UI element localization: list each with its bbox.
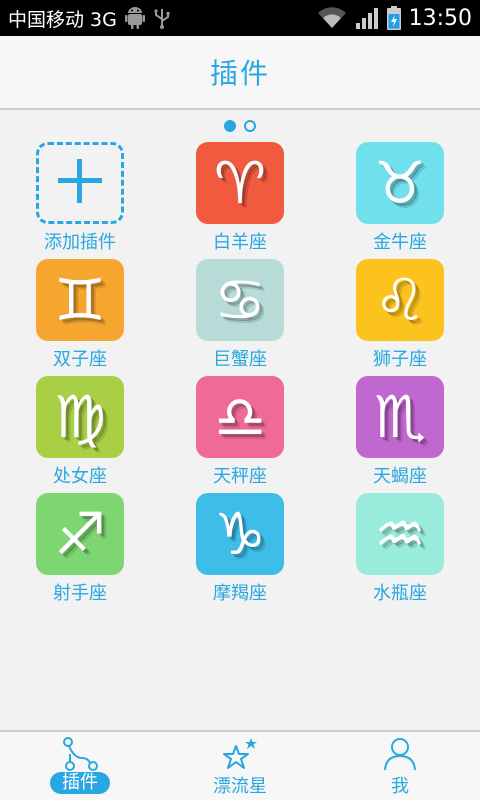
- user-icon: [380, 736, 420, 772]
- plugin-scorpio[interactable]: ♏ 天蝎座: [335, 376, 465, 488]
- plugin-libra[interactable]: ♎ 天秤座: [175, 376, 305, 488]
- usb-icon: [153, 7, 171, 29]
- libra-icon: ♎: [214, 383, 266, 451]
- plugin-tile[interactable]: ♊: [36, 259, 124, 341]
- header-bar: 插件: [0, 36, 480, 110]
- plus-icon: [55, 156, 105, 210]
- scorpio-icon: ♏: [374, 383, 426, 451]
- nav-drifting-stars[interactable]: 漂流星: [160, 736, 320, 798]
- nav-label: 我: [391, 776, 409, 797]
- plugin-tile[interactable]: ♎: [196, 376, 284, 458]
- status-bar: 中国移动 3G 13:50: [0, 0, 480, 36]
- plugin-aries[interactable]: ♈ 白羊座: [175, 142, 305, 254]
- plugin-label: 金牛座: [373, 232, 427, 253]
- plugin-label: 天秤座: [213, 466, 267, 487]
- signal-icon: [355, 7, 379, 29]
- sagittarius-icon: ♐: [54, 500, 106, 568]
- battery-charging-icon: [386, 6, 401, 30]
- plugin-sagittarius[interactable]: ♐ 射手座: [15, 493, 145, 605]
- nav-me[interactable]: 我: [320, 736, 480, 798]
- wifi-icon: [317, 7, 347, 29]
- nav-label: 插件: [50, 772, 110, 794]
- stars-icon: [220, 736, 260, 772]
- plugin-label: 天蝎座: [373, 466, 427, 487]
- carrier-label: 中国移动 3G: [8, 8, 117, 31]
- plugin-add[interactable]: 添加插件: [15, 142, 145, 254]
- leo-icon: ♌: [374, 266, 426, 334]
- cancer-icon: ♋: [214, 266, 266, 334]
- aquarius-icon: ♒: [374, 500, 426, 568]
- plugin-label: 添加插件: [44, 232, 116, 253]
- plugin-cancer[interactable]: ♋ 巨蟹座: [175, 259, 305, 371]
- gemini-icon: ♊: [54, 266, 106, 334]
- page-indicator: [0, 118, 480, 134]
- nav-plugins[interactable]: 插件: [0, 736, 160, 798]
- page-title: 插件: [209, 57, 270, 90]
- page-dot-2[interactable]: [244, 120, 256, 132]
- plugin-tile[interactable]: ♋: [196, 259, 284, 341]
- plugin-label: 白羊座: [213, 232, 267, 253]
- page-dot-1[interactable]: [224, 120, 236, 132]
- plugin-taurus[interactable]: ♉ 金牛座: [335, 142, 465, 254]
- android-icon: [124, 7, 145, 29]
- plugin-label: 巨蟹座: [213, 349, 267, 370]
- plugin-tile[interactable]: ♐: [36, 493, 124, 575]
- plugin-aquarius[interactable]: ♒ 水瓶座: [335, 493, 465, 605]
- plugin-label: 处女座: [53, 466, 107, 487]
- nav-label: 漂流星: [213, 776, 267, 797]
- plugin-tile[interactable]: ♍: [36, 376, 124, 458]
- plugin-tile[interactable]: ♈: [196, 142, 284, 224]
- aries-icon: ♈: [214, 149, 266, 217]
- plugin-tile[interactable]: ♒: [356, 493, 444, 575]
- plugin-leo[interactable]: ♌ 狮子座: [335, 259, 465, 371]
- virgo-icon: ♍: [54, 383, 106, 451]
- plugin-label: 狮子座: [373, 349, 427, 370]
- plugin-gemini[interactable]: ♊ 双子座: [15, 259, 145, 371]
- capricorn-icon: ♑: [214, 500, 266, 568]
- plugin-tile[interactable]: ♑: [196, 493, 284, 575]
- plugin-label: 双子座: [53, 349, 107, 370]
- plugin-tile[interactable]: ♏: [356, 376, 444, 458]
- plugin-label: 摩羯座: [213, 583, 267, 604]
- plugin-virgo[interactable]: ♍ 处女座: [15, 376, 145, 488]
- plugin-tile[interactable]: ♌: [356, 259, 444, 341]
- plugin-tile[interactable]: [36, 142, 124, 224]
- plugin-capricorn[interactable]: ♑ 摩羯座: [175, 493, 305, 605]
- plugin-label: 水瓶座: [373, 583, 427, 604]
- share-nodes-icon: [60, 736, 100, 772]
- plugin-label: 射手座: [53, 583, 107, 604]
- clock: 13:50: [408, 5, 472, 31]
- taurus-icon: ♉: [374, 149, 426, 217]
- plugin-tile[interactable]: ♉: [356, 142, 444, 224]
- bottom-nav: 插件 漂流星 我: [0, 730, 480, 800]
